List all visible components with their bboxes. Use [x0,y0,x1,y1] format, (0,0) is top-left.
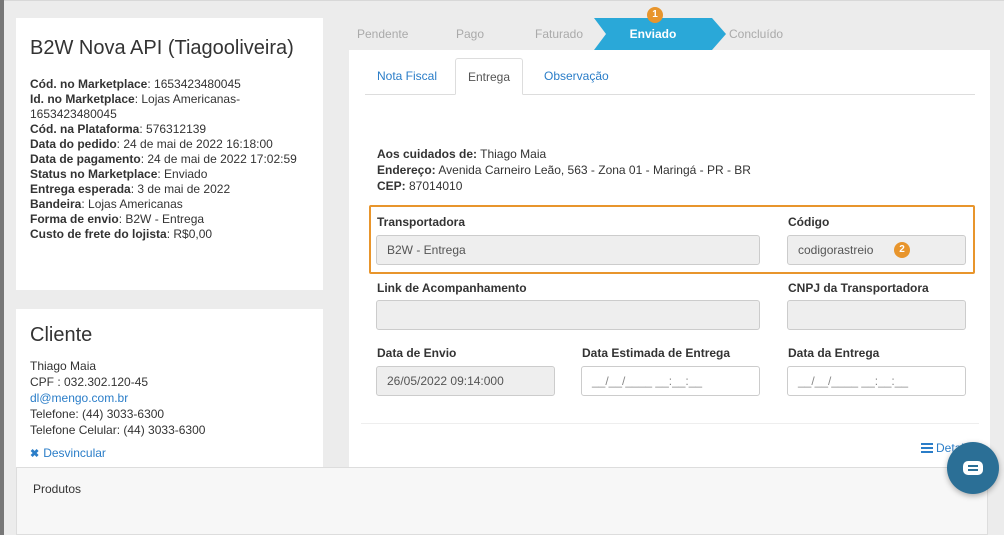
cnpj-label: CNPJ da Transportadora [788,281,929,295]
est-date-label: Data Estimada de Entrega [582,346,731,360]
products-section: Produtos [16,467,988,535]
tab-entrega[interactable]: Entrega [455,58,524,95]
est-date-input[interactable]: __/__/____ __:__:__ [581,366,760,396]
client-cell: Telefone Celular: (44) 3033-6300 [30,423,206,437]
list-icon [921,443,933,453]
step-badge-1: 1 [647,7,663,23]
order-field: Bandeira: Lojas Americanas [30,197,183,211]
order-field: Data de pagamento: 24 de mai de 2022 17:… [30,152,297,166]
client-email-link[interactable]: dl@mengo.com.br [30,390,309,406]
unlink-label: Desvincular [43,446,106,460]
order-field: Entrega esperada: 3 de mai de 2022 [30,182,231,196]
order-field: Data do pedido: 24 de mai de 2022 16:18:… [30,137,273,151]
tab-observacao[interactable]: Observação [532,58,621,95]
order-info-card: B2W Nova API (Tiagooliveira) Cód. no Mar… [16,18,323,290]
order-field: Forma de envio: B2W - Entrega [30,212,205,226]
close-icon: ✖ [30,447,40,460]
tracking-link-label: Link de Acompanhamento [377,281,527,295]
carrier-label: Transportadora [377,215,466,229]
step-concluido: Concluído [729,27,784,41]
step-faturado: Faturado [535,27,584,41]
order-field: Custo de frete do lojista: R$0,00 [30,227,213,241]
delivery-date-label: Data da Entrega [788,346,880,360]
tab-nota-fiscal[interactable]: Nota Fiscal [365,58,449,95]
top-border [0,0,1004,1]
client-phone: Telefone: (44) 3033-6300 [30,407,165,421]
tab-bar: Nota Fiscal Entrega Observação [365,58,975,95]
client-info: Thiago Maia CPF : 032.302.120-45 dl@meng… [30,358,309,438]
chat-button[interactable] [947,442,999,494]
client-card: Cliente Thiago Maia CPF : 032.302.120-45… [16,309,323,487]
delivery-panel: Nota Fiscal Entrega Observação Aos cuida… [349,50,990,468]
order-field: Cód. na Plataforma: 576312139 [30,122,207,136]
tracking-code-input[interactable]: codigorastreio [787,235,966,265]
client-name: Thiago Maia [30,359,97,373]
chat-icon [963,461,983,475]
unlink-button[interactable]: ✖ Desvincular [30,446,309,460]
left-edge-bar [0,0,4,535]
client-cpf: CPF : 032.302.120-45 [30,375,149,389]
divider [361,423,979,424]
carrier-input[interactable]: B2W - Entrega [376,235,760,265]
status-steps: Pendente Pago Faturado Enviado Concluído [349,18,990,50]
order-title: B2W Nova API (Tiagooliveira) [30,37,294,59]
step-pendente: Pendente [357,27,409,41]
step-pago: Pago [456,27,485,41]
field-badge-2: 2 [894,242,910,258]
delivery-address: Aos cuidados de: Thiago Maia Endereço: A… [377,147,751,193]
order-field: 1653423480045 [30,107,117,121]
ship-date-input[interactable]: 26/05/2022 09:14:000 [376,366,555,396]
order-info-list: Cód. no Marketplace: 1653423480045 Id. n… [30,77,309,242]
order-field: Id. no Marketplace: Lojas Americanas- [30,92,241,106]
ship-date-label: Data de Envio [377,346,457,360]
order-field: Cód. no Marketplace: 1653423480045 [30,77,241,91]
code-label: Código [788,215,830,229]
order-field: Status no Marketplace: Enviado [30,167,208,181]
cnpj-input[interactable] [787,300,966,330]
tracking-link-input[interactable] [376,300,760,330]
client-title: Cliente [30,324,93,346]
step-arrow-shape [712,18,726,50]
products-title: Produtos [33,482,82,496]
delivery-date-input[interactable]: __/__/____ __:__:__ [787,366,966,396]
